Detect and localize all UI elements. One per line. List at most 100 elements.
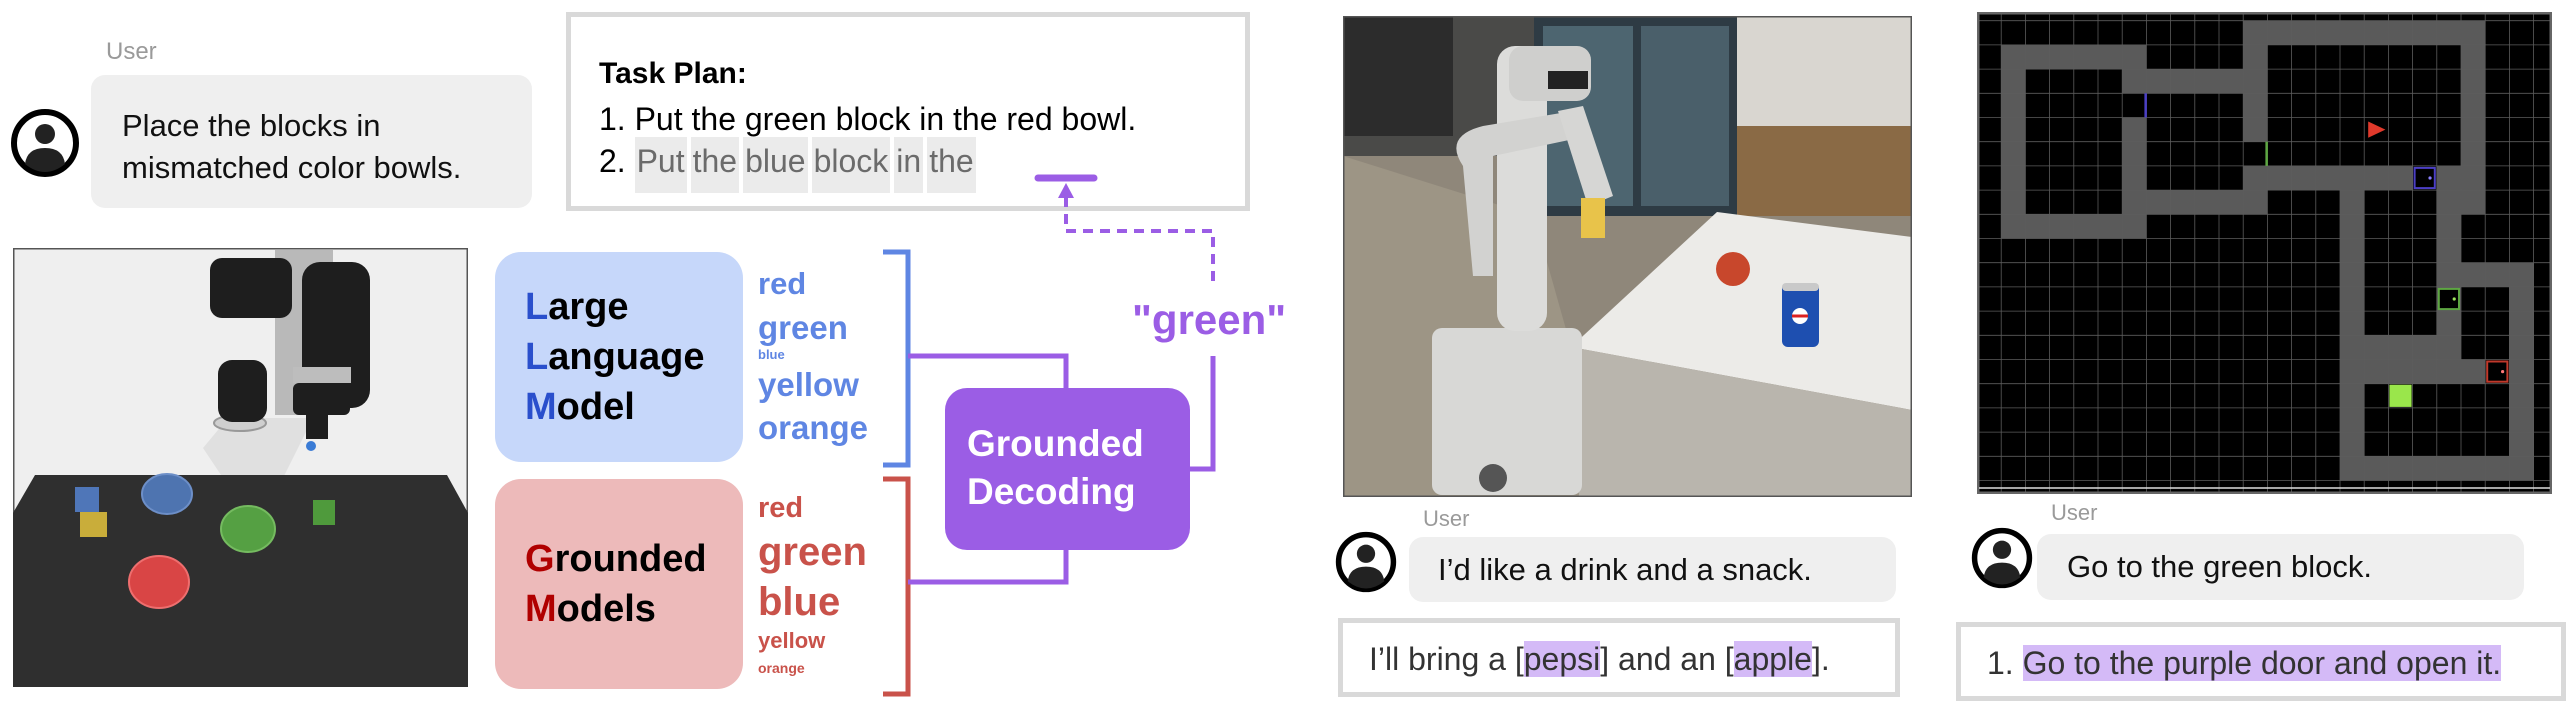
wall-cell <box>2436 262 2461 287</box>
task-plan-box: Task Plan: 1. Put the green block in the… <box>566 12 1250 211</box>
wall-cell <box>2412 456 2437 481</box>
user-label: User <box>106 38 157 65</box>
wall-cell <box>2001 141 2026 166</box>
wall-cell <box>2436 214 2461 239</box>
gm-to-decoder-line <box>908 548 1069 585</box>
wall-cell <box>2001 117 2026 142</box>
llm-to-decoder-line <box>908 353 1069 390</box>
wall-cell <box>2436 165 2461 191</box>
wall-cell <box>2025 214 2050 239</box>
apple <box>1716 252 1750 286</box>
initial: L <box>525 286 549 328</box>
wall-cell <box>2388 456 2413 481</box>
green-locked-door <box>2437 287 2460 311</box>
wall-cell <box>2146 69 2171 94</box>
wall-cell <box>2509 383 2534 408</box>
wall-cell <box>2461 190 2486 215</box>
word-rest: odels <box>556 588 656 630</box>
wall-cell <box>2436 238 2461 263</box>
wall-cell <box>2001 190 2026 215</box>
wall-cell <box>2509 286 2534 312</box>
decoder-output-line <box>1188 356 1216 472</box>
wall-cell <box>2388 359 2413 384</box>
wall-cell <box>2098 44 2123 70</box>
robot-gripper <box>1581 198 1605 238</box>
wall-cell <box>2461 44 2486 70</box>
wall-cell <box>2315 165 2340 191</box>
initial: L <box>525 336 549 378</box>
wall-cell <box>2243 190 2268 215</box>
wall-cell <box>2412 359 2437 384</box>
user-message-bubble: Go to the green block. <box>2037 534 2524 600</box>
wall-cell <box>2436 20 2461 45</box>
llm-bracket <box>883 249 911 468</box>
wall-cell <box>2340 432 2365 457</box>
wall-cell <box>2461 262 2486 287</box>
wall-cell <box>2388 20 2413 45</box>
wall-cell <box>2243 44 2268 70</box>
initial: G <box>525 538 555 580</box>
word-rest: rounded <box>554 538 707 580</box>
user-message-line: Place the blocks in <box>122 108 381 143</box>
wall-cell <box>2122 165 2147 191</box>
green-bowl <box>220 505 276 553</box>
wall-cell <box>2340 190 2365 215</box>
blue-bowl <box>141 473 193 515</box>
user-avatar-icon <box>1335 531 1397 593</box>
wall-cell <box>2194 190 2219 215</box>
step-number: 2. <box>599 143 626 179</box>
wall-cell <box>2315 20 2340 45</box>
user-avatar-icon <box>1971 527 2033 589</box>
wall-cell <box>2461 93 2486 118</box>
wall-cell <box>2170 190 2195 215</box>
decoder-label-line: Grounded <box>967 423 1144 464</box>
wall-cell <box>2098 214 2123 239</box>
gridworld-map <box>1977 12 2552 494</box>
wall-cell <box>2436 456 2461 481</box>
wall-cell <box>2340 456 2365 481</box>
door-handle <box>2428 176 2432 180</box>
wall-cell <box>2267 165 2292 191</box>
wall-cell <box>2243 117 2268 142</box>
gm-token-red: red <box>758 492 804 524</box>
wall-cell <box>2412 20 2437 45</box>
wall-cell <box>2509 311 2534 336</box>
llm-token-green: green <box>758 309 848 346</box>
wall-cell <box>2485 262 2510 287</box>
wall-cell <box>2436 335 2461 360</box>
wall-cell <box>2485 456 2510 481</box>
wall-cell <box>2436 359 2461 384</box>
robot-gripper <box>306 415 328 439</box>
wall-cell <box>2388 165 2413 191</box>
llm-token-orange: orange <box>758 409 869 446</box>
wall-cell <box>2170 69 2195 94</box>
token: the <box>927 137 976 193</box>
wall-cell <box>2340 238 2365 263</box>
wall-cell <box>2243 20 2268 45</box>
wall-cell <box>2509 407 2534 433</box>
response-text: I’ll bring a [ <box>1369 641 1524 677</box>
wall-cell <box>2461 456 2486 481</box>
wall-cell <box>2340 335 2365 360</box>
llm-token-red: red <box>758 266 807 301</box>
task-plan-step-2: 2. Put the blue block in the <box>599 137 980 193</box>
token: Put <box>634 137 687 193</box>
wall-cell <box>2194 69 2219 94</box>
wall-cell <box>2364 335 2389 360</box>
wall-cell <box>2243 93 2268 118</box>
gm-token-blue: blue <box>758 580 841 624</box>
wall-cell <box>2340 383 2365 408</box>
wall-cell <box>2122 141 2147 166</box>
word-rest: odel <box>556 386 635 428</box>
wall-cell <box>2001 165 2026 191</box>
grounded-object-apple: apple <box>1733 641 1812 677</box>
suction-tip <box>306 441 316 451</box>
green-door <box>2265 141 2268 166</box>
grounded-models-box: Grounded Models <box>495 479 743 689</box>
wall-cell <box>2049 44 2074 70</box>
wall-cell <box>2340 262 2365 287</box>
token: blue <box>743 137 808 193</box>
wall-cell <box>2461 69 2486 94</box>
wall-cell <box>2001 69 2026 94</box>
grounded-object-pepsi: pepsi <box>1523 641 1601 677</box>
